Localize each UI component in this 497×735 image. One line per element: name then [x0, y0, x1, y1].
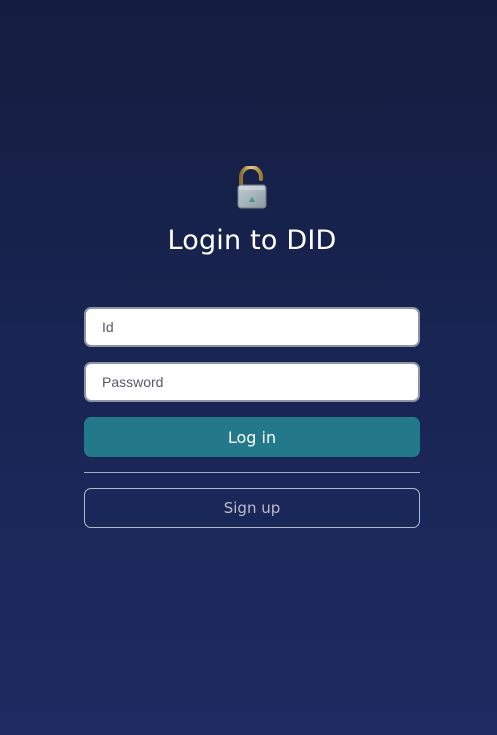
id-input[interactable] [84, 307, 420, 347]
lock-icon-wrapper [84, 166, 420, 210]
divider [84, 472, 420, 473]
signup-button[interactable]: Sign up [84, 488, 420, 528]
open-padlock-icon [237, 166, 267, 209]
password-input[interactable] [84, 362, 420, 402]
login-form: Login to DID Log in Sign up [84, 166, 420, 528]
page-title: Login to DID [167, 225, 337, 256]
login-button[interactable]: Log in [84, 417, 420, 457]
